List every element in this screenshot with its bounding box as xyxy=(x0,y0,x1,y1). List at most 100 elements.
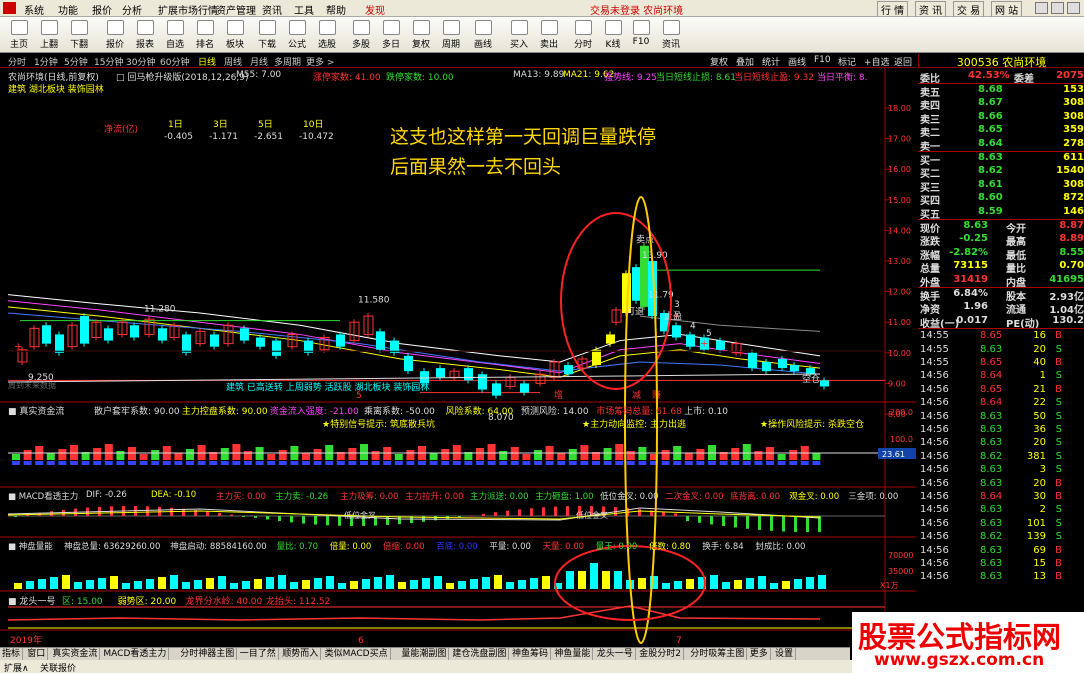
period-tab-10[interactable]: 更多 > xyxy=(306,55,334,68)
indicator-value: 上市: 0.10 xyxy=(684,407,729,417)
stat-value: 41695 xyxy=(1049,273,1084,285)
minute-button[interactable]: 分时 xyxy=(568,19,598,52)
window-max-icon[interactable] xyxy=(1051,2,1064,14)
rank-button[interactable]: 排名 xyxy=(190,19,220,52)
formula-button[interactable]: 公式 xyxy=(282,19,312,52)
chart-tools: 复权 叠加 统计 画线 F10 标记 +自选 返回 xyxy=(708,54,918,68)
macd-bar xyxy=(674,513,677,516)
menu-4[interactable]: 扩展市场行情 xyxy=(158,2,218,17)
menu-7[interactable]: 工具 xyxy=(294,2,314,17)
top-nav-1[interactable]: 资 讯 xyxy=(915,1,947,18)
multi-button[interactable]: 多股 xyxy=(346,19,376,52)
flow-bar xyxy=(46,453,55,460)
window-close-icon[interactable] xyxy=(1067,2,1080,14)
indicator-title: ■ 真实资金流 xyxy=(8,407,65,417)
period-tab-9[interactable]: 多周期 xyxy=(274,55,301,68)
period-tab-5[interactable]: 60分钟 xyxy=(160,55,189,68)
chart-tool-6[interactable]: +自选 xyxy=(864,55,890,68)
period-tab-8[interactable]: 月线 xyxy=(250,55,268,68)
home-button[interactable]: 主页 xyxy=(4,19,34,52)
sell-button[interactable]: 卖出 xyxy=(534,19,564,52)
macd-bar xyxy=(278,516,281,522)
menu-9[interactable]: 发现 xyxy=(365,2,385,17)
tick-row: 14:56 8.63 13 B xyxy=(918,571,1084,584)
tick-side: B xyxy=(1055,558,1062,569)
download-button[interactable]: 下载 xyxy=(252,19,282,52)
indicator-value: 天量: 0.00 xyxy=(542,542,585,552)
chart-tool-2[interactable]: 统计 xyxy=(762,55,780,68)
flow-base-bar xyxy=(81,461,90,465)
tick-side: B xyxy=(1055,571,1062,583)
select-button[interactable]: 选股 xyxy=(312,19,342,52)
period-tab-6[interactable]: 日线 xyxy=(198,55,216,68)
quote-price: 8.61 xyxy=(978,178,1003,190)
linked-quote-toggle[interactable]: 关联报价 xyxy=(40,661,76,673)
down-button[interactable]: 下翻 xyxy=(64,19,94,52)
chart-tool-7[interactable]: 返回 xyxy=(894,55,912,68)
menu-2[interactable]: 报价 xyxy=(92,2,112,17)
news-button[interactable]: 资讯 xyxy=(656,19,686,52)
report-button[interactable]: 报表 xyxy=(130,19,160,52)
menu-3[interactable]: 分析 xyxy=(122,2,142,17)
flow-base-bar xyxy=(592,461,600,465)
flow-base-bar xyxy=(302,461,310,465)
tick-price: 8.65 xyxy=(980,357,1003,368)
menu-1[interactable]: 功能 xyxy=(58,2,78,17)
menu-0[interactable]: 系统 xyxy=(24,2,44,17)
expand-toggle[interactable]: 扩展∧ xyxy=(4,661,29,673)
kline-button[interactable]: K线 xyxy=(598,19,628,52)
top-nav-2[interactable]: 交 易 xyxy=(953,1,985,18)
flow-base-bar xyxy=(220,461,229,465)
up-button[interactable]: 上翻 xyxy=(34,19,64,52)
period-tab-0[interactable]: 分时 xyxy=(8,55,26,68)
tick-row: 14:56 8.63 50 S xyxy=(918,411,1084,424)
period-tab-7[interactable]: 周线 xyxy=(224,55,242,68)
toolbar-label: 自选 xyxy=(165,40,184,50)
period-tab-3[interactable]: 15分钟 xyxy=(94,55,123,68)
buy-button[interactable]: 买入 xyxy=(504,19,534,52)
sector-button[interactable]: 板块 xyxy=(220,19,250,52)
indicator-1-notes: ★特别信号提示: 筑底散兵坑 ★主力动向监控: 主力出逃 ★操作风险提示: 杀跌空仓 xyxy=(0,417,916,430)
period-tab-2[interactable]: 5分钟 xyxy=(64,55,88,68)
flow-bar xyxy=(348,448,357,460)
menu-8[interactable]: 帮助 xyxy=(326,2,346,17)
period-button[interactable]: 周期 xyxy=(436,19,466,52)
top-nav-3[interactable]: 网 站 xyxy=(991,1,1023,18)
flow-bar xyxy=(139,454,148,460)
ind3-axis-label: 35000 xyxy=(888,567,913,576)
draw-button[interactable]: 画线 xyxy=(468,19,498,52)
candle-body xyxy=(420,371,429,384)
multiday-button[interactable]: 多日 xyxy=(376,19,406,52)
flow-bar xyxy=(626,451,635,460)
indicator-value: 主力派送: 0.00 xyxy=(470,492,529,502)
indicator-value: 倍数: 0.80 xyxy=(649,542,691,552)
period-tab-1[interactable]: 1分钟 xyxy=(34,55,58,68)
volume-bar xyxy=(362,579,370,589)
window-min-icon[interactable] xyxy=(1035,2,1048,14)
favorite-button[interactable]: 自选 xyxy=(160,19,190,52)
candle-body xyxy=(478,374,487,390)
chart-tool-0[interactable]: 复权 xyxy=(710,55,728,68)
restore-button[interactable]: 复权 xyxy=(406,19,436,52)
tick-price: 8.64 xyxy=(980,370,1003,382)
tick-time: 14:55 xyxy=(920,330,949,342)
volume-bar xyxy=(122,583,130,589)
tick-side: S xyxy=(1055,397,1062,409)
menu-bar: 系统 功能 报价 分析 扩展市场行情 资产管理 资讯 工具 帮助 发现 交易未登录 农尚环境 行 情资… xyxy=(0,0,1084,18)
f10-button[interactable]: F10 xyxy=(626,19,656,52)
chart-tool-1[interactable]: 叠加 xyxy=(736,55,754,68)
volume-bar xyxy=(338,583,346,589)
chart-tool-5[interactable]: 标记 xyxy=(838,55,856,68)
menu-6[interactable]: 资讯 xyxy=(262,2,282,17)
period-tab-4[interactable]: 30分钟 xyxy=(126,55,155,68)
top-nav-0[interactable]: 行 情 xyxy=(877,1,909,18)
quote-price: 8.64 xyxy=(978,137,1003,149)
tick-time: 14:56 xyxy=(920,477,949,489)
indicator-value: 主力卖: -0.26 xyxy=(275,492,329,502)
menu-5[interactable]: 资产管理 xyxy=(216,2,256,17)
quote-volume: 146 xyxy=(1063,205,1084,217)
chart-tool-3[interactable]: 画线 xyxy=(788,55,806,68)
chart-tool-4[interactable]: F10 xyxy=(814,55,831,65)
macd-bar xyxy=(266,516,269,520)
quote-button[interactable]: 报价 xyxy=(100,19,130,52)
